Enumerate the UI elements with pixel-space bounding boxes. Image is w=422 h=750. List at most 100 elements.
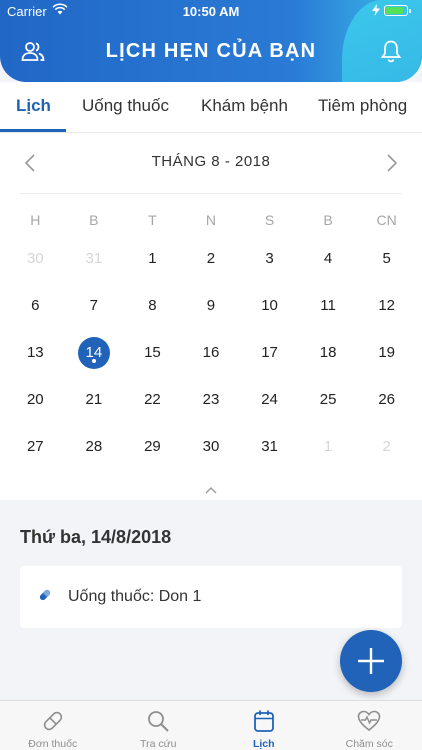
tab-calendar[interactable]: Lịch [16, 96, 51, 116]
date-cell[interactable]: 5 [357, 235, 416, 282]
date-cell[interactable]: 30 [182, 423, 241, 470]
date-number: 12 [378, 297, 395, 314]
date-cell[interactable]: 18 [299, 329, 358, 376]
event-text: Uống thuốc: Don 1 [68, 588, 202, 605]
date-cell[interactable]: 9 [182, 282, 241, 329]
date-cell[interactable]: 23 [182, 376, 241, 423]
date-cell[interactable]: 22 [123, 376, 182, 423]
date-cell[interactable]: 21 [65, 376, 124, 423]
date-number: 2 [206, 250, 216, 267]
date-cell[interactable]: 15 [123, 329, 182, 376]
date-cell[interactable]: 11 [299, 282, 358, 329]
date-cell[interactable]: 12 [357, 282, 416, 329]
date-number: 18 [319, 344, 337, 361]
date-cell[interactable]: 20 [6, 376, 65, 423]
date-cell[interactable]: 25 [299, 376, 358, 423]
date-cell[interactable]: 1 [299, 423, 358, 470]
date-number: 1 [148, 250, 157, 267]
date-number: 31 [261, 438, 278, 455]
weekday-label: T [148, 212, 157, 228]
date-cell[interactable]: 19 [357, 329, 416, 376]
date-number: 29 [144, 438, 161, 455]
date-cell[interactable]: 8 [123, 282, 182, 329]
nav-calendar[interactable]: Lịch [211, 701, 317, 750]
selected-date-cell[interactable]: 14 [65, 329, 124, 376]
date-number: 24 [261, 391, 278, 408]
date-cell[interactable]: 2 [182, 235, 241, 282]
date-number: 17 [261, 344, 278, 361]
page-title: LỊCH HẸN CỦA BẠN [105, 40, 317, 62]
date-cell[interactable]: 27 [6, 423, 65, 470]
add-event-button[interactable] [340, 630, 402, 692]
date-number: 22 [144, 391, 161, 408]
date-number: 16 [202, 344, 220, 361]
chevron-up-icon [205, 487, 217, 494]
next-month-button[interactable] [380, 151, 404, 175]
date-number: 15 [144, 344, 161, 361]
nav-prescriptions[interactable]: Đơn thuốc [0, 701, 106, 750]
tab-vaccination[interactable]: Tiêm phòng [318, 96, 407, 116]
date-cell[interactable]: 10 [240, 282, 299, 329]
tab-bar: Lịch Uống thuốc Khám bệnh Tiêm phòng [0, 82, 422, 132]
divider [20, 193, 402, 194]
nav-label: Tra cứu [140, 738, 177, 750]
header: Carrier 10:50 AM LỊCH HẸN CỦA BẠN [0, 0, 422, 82]
date-cell[interactable]: 7 [65, 282, 124, 329]
collapse-calendar-button[interactable] [201, 484, 221, 496]
nav-search[interactable]: Tra cứu [106, 701, 212, 750]
month-header: THÁNG 8 - 2018 [0, 133, 422, 193]
date-cell[interactable]: 26 [357, 376, 416, 423]
bottom-nav: Đơn thuốc Tra cứu Lịch Chăm sóc [0, 700, 422, 750]
date-number: 20 [26, 391, 44, 408]
event-card[interactable]: Uống thuốc: Don 1 [20, 566, 402, 628]
date-cell[interactable]: 29 [123, 423, 182, 470]
date-cell[interactable]: 31 [240, 423, 299, 470]
date-number: 27 [26, 438, 44, 455]
date-cell[interactable]: 24 [240, 376, 299, 423]
battery-icon [384, 5, 411, 16]
date-cell[interactable]: 17 [240, 329, 299, 376]
date-cell[interactable]: 16 [182, 329, 241, 376]
tab-checkup[interactable]: Khám bệnh [201, 96, 288, 116]
week-row: 27 28 29 30 31 1 2 [6, 423, 416, 470]
battery-level [386, 7, 404, 14]
search-icon [145, 708, 171, 734]
date-number: 26 [378, 391, 395, 408]
date-number: 31 [85, 250, 103, 267]
notifications-button[interactable] [378, 38, 404, 64]
tab-medication[interactable]: Uống thuốc [82, 96, 169, 116]
date-cell[interactable]: 1 [123, 235, 182, 282]
selected-date-heading: Thứ ba, 14/8/2018 [20, 527, 172, 547]
nav-label: Chăm sóc [345, 738, 393, 750]
date-number: 21 [85, 391, 103, 408]
date-cell[interactable]: 3 [240, 235, 299, 282]
date-cell[interactable]: 2 [357, 423, 416, 470]
date-cell[interactable]: 13 [6, 329, 65, 376]
nav-care[interactable]: Chăm sóc [317, 701, 422, 750]
date-cell[interactable]: 31 [65, 235, 124, 282]
nav-label: Lịch [252, 738, 275, 750]
weekday-label: B [89, 212, 99, 228]
date-number: 30 [26, 250, 44, 267]
date-cell[interactable]: 4 [299, 235, 358, 282]
date-cell[interactable]: 28 [65, 423, 124, 470]
weekday-label: B [323, 212, 333, 228]
plus-icon [358, 648, 384, 674]
date-number: 4 [323, 250, 333, 267]
chevron-right-icon [387, 154, 398, 172]
date-number: 30 [202, 438, 220, 455]
date-number: 19 [378, 344, 395, 361]
date-number: 23 [202, 391, 220, 408]
pill-icon [38, 588, 52, 607]
heart-pulse-icon [356, 708, 382, 734]
week-row: 30 31 1 2 3 4 5 [6, 235, 416, 282]
date-number: 11 [320, 297, 336, 314]
bell-icon [380, 40, 402, 63]
date-number: 5 [382, 250, 391, 267]
charging-icon [372, 4, 380, 19]
date-cell[interactable]: 30 [6, 235, 65, 282]
date-number: 3 [265, 250, 274, 267]
date-cell[interactable]: 6 [6, 282, 65, 329]
status-time: 10:50 AM [182, 4, 240, 19]
month-label: THÁNG 8 - 2018 [151, 153, 271, 170]
